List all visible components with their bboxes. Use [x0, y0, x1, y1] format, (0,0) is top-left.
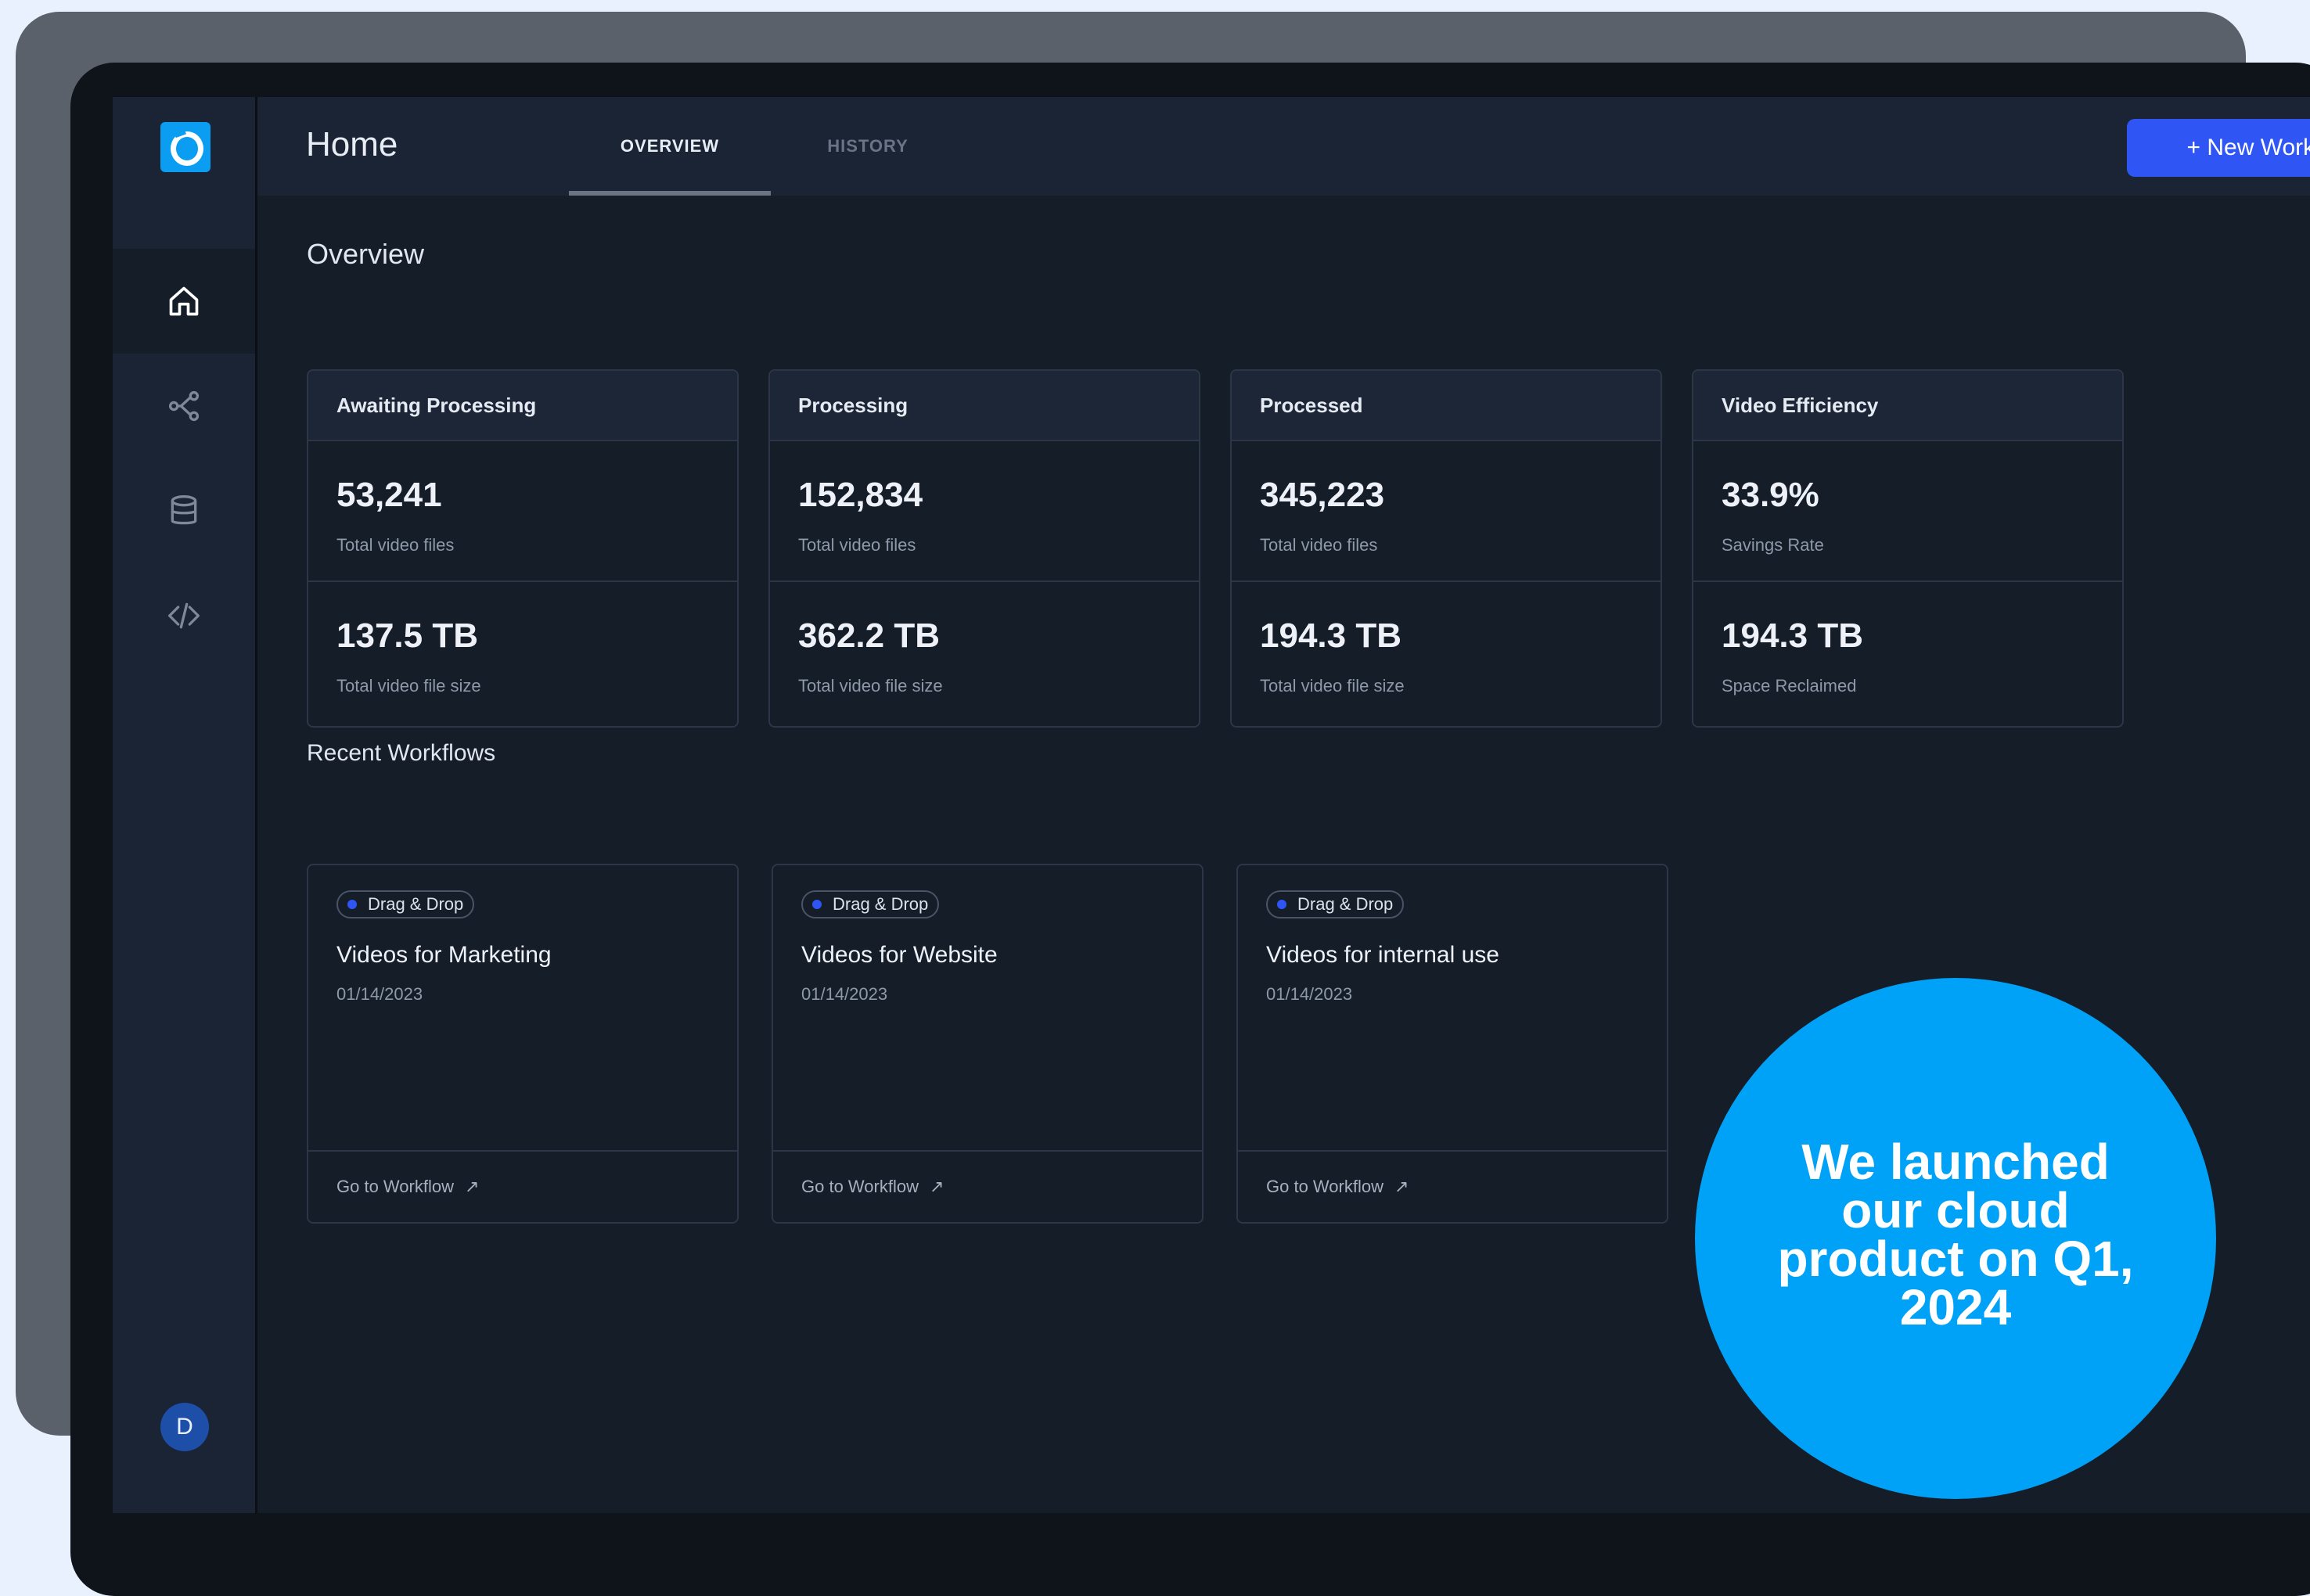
workflow-card-internal[interactable]: Drag & Drop Videos for internal use 01/1… — [1236, 864, 1668, 1224]
stat-value: 152,834 — [798, 476, 923, 514]
stat-value: 33.9% — [1722, 476, 1819, 514]
badge-label: Drag & Drop — [1297, 894, 1394, 914]
stat-value: 194.3 TB — [1260, 616, 1401, 655]
home-icon — [169, 286, 199, 316]
badge-label: Drag & Drop — [833, 894, 929, 914]
recent-workflows-heading: Recent Workflows — [307, 740, 496, 766]
tab-history[interactable]: HISTORY — [771, 97, 965, 196]
workflow-card-website[interactable]: Drag & Drop Videos for Website 01/14/202… — [772, 864, 1204, 1224]
stat-card-processing: Processing 152,834 Total video files 362… — [768, 369, 1200, 728]
sidebar: D — [113, 97, 257, 1513]
code-icon — [168, 602, 200, 629]
stat-value: 362.2 TB — [798, 616, 940, 655]
stat-card-header: Awaiting Processing — [308, 371, 737, 441]
badge-label: Drag & Drop — [368, 894, 464, 914]
workflow-type-badge: Drag & Drop — [1266, 890, 1405, 918]
sidebar-item-home[interactable] — [113, 249, 255, 354]
stat-label: Space Reclaimed — [1722, 676, 1857, 696]
workflow-icon — [168, 390, 200, 422]
app-logo[interactable] — [160, 122, 210, 172]
stat-card-header: Processed — [1232, 371, 1661, 441]
stat-card-header: Video Efficiency — [1693, 371, 2122, 441]
promo-text: We launched our cloud product on Q1, 202… — [1777, 1134, 2134, 1335]
stat-block: 194.3 TB Space Reclaimed — [1693, 582, 2122, 723]
stat-label: Savings Rate — [1722, 535, 1824, 555]
stat-value: 137.5 TB — [336, 616, 478, 655]
arrow-up-right-icon: ↗ — [464, 1177, 480, 1196]
stat-label: Total video files — [798, 535, 916, 555]
app-screen: D Home OVERVIEW HISTORY + New Workflow O… — [113, 97, 2310, 1513]
stat-block: 362.2 TB Total video file size — [770, 582, 1199, 723]
sidebar-item-code[interactable] — [113, 563, 255, 668]
stat-value: 53,241 — [336, 476, 442, 514]
avatar[interactable]: D — [160, 1403, 209, 1451]
stat-block: 33.9% Savings Rate — [1693, 441, 2122, 582]
stat-label: Total video file size — [798, 676, 943, 696]
link-label: Go to Workflow — [801, 1177, 919, 1196]
overview-heading: Overview — [307, 238, 425, 270]
sidebar-item-workflows[interactable] — [113, 354, 255, 458]
workflow-card-marketing[interactable]: Drag & Drop Videos for Marketing 01/14/2… — [307, 864, 739, 1224]
badge-dot-icon — [347, 900, 357, 909]
workflow-title: Videos for Website — [801, 942, 998, 968]
workflow-date: 01/14/2023 — [1266, 984, 1353, 1004]
sidebar-item-database[interactable] — [113, 458, 255, 563]
stat-label: Total video file size — [1260, 676, 1405, 696]
stat-card-processed: Processed 345,223 Total video files 194.… — [1230, 369, 1662, 728]
stat-card-awaiting: Awaiting Processing 53,241 Total video f… — [307, 369, 739, 728]
workflow-title: Videos for Marketing — [336, 942, 552, 968]
workflow-type-badge: Drag & Drop — [801, 890, 940, 918]
stat-card-efficiency: Video Efficiency 33.9% Savings Rate 194.… — [1692, 369, 2124, 728]
stat-card-header: Processing — [770, 371, 1199, 441]
link-label: Go to Workflow — [1266, 1177, 1383, 1196]
stat-value: 345,223 — [1260, 476, 1385, 514]
tab-overview[interactable]: OVERVIEW — [569, 97, 771, 196]
workflow-title: Videos for internal use — [1266, 942, 1499, 968]
stat-value: 194.3 TB — [1722, 616, 1863, 655]
workflow-date: 01/14/2023 — [336, 984, 423, 1004]
stat-block: 152,834 Total video files — [770, 441, 1199, 582]
database-icon — [171, 495, 197, 525]
link-label: Go to Workflow — [336, 1177, 454, 1196]
go-to-workflow-link[interactable]: Go to Workflow ↗ — [308, 1150, 737, 1222]
arrow-up-right-icon: ↗ — [929, 1177, 945, 1196]
workflow-date: 01/14/2023 — [801, 984, 888, 1004]
top-header: Home OVERVIEW HISTORY + New Workflow — [257, 97, 2310, 196]
stat-label: Total video file size — [336, 676, 481, 696]
badge-dot-icon — [1277, 900, 1286, 909]
page-title: Home — [306, 125, 398, 164]
stat-block: 137.5 TB Total video file size — [308, 582, 737, 723]
promo-bubble: We launched our cloud product on Q1, 202… — [1695, 978, 2216, 1499]
stat-label: Total video files — [336, 535, 455, 555]
stat-block: 53,241 Total video files — [308, 441, 737, 582]
stat-block: 194.3 TB Total video file size — [1232, 582, 1661, 723]
new-workflow-button[interactable]: + New Workflow — [2127, 119, 2310, 177]
stat-block: 345,223 Total video files — [1232, 441, 1661, 582]
badge-dot-icon — [812, 900, 822, 909]
device-frame: D Home OVERVIEW HISTORY + New Workflow O… — [70, 63, 2310, 1596]
arrow-up-right-icon: ↗ — [1394, 1177, 1409, 1196]
go-to-workflow-link[interactable]: Go to Workflow ↗ — [1238, 1150, 1667, 1222]
workflow-type-badge: Drag & Drop — [336, 890, 475, 918]
stat-label: Total video files — [1260, 535, 1378, 555]
go-to-workflow-link[interactable]: Go to Workflow ↗ — [773, 1150, 1202, 1222]
